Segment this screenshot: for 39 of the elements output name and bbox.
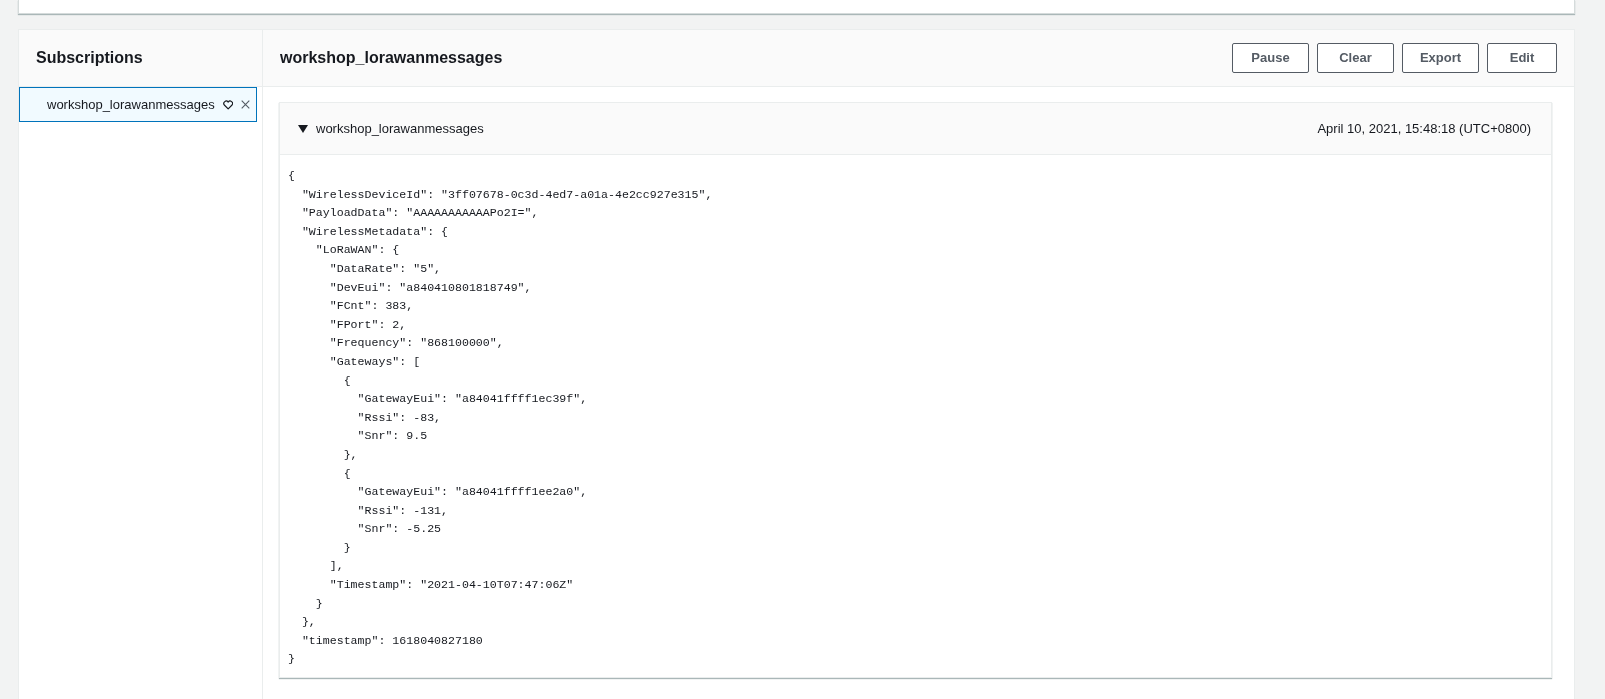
code-line: "FPort": 2,: [328, 316, 407, 333]
code-line: "WirelessMetadata": {: [300, 223, 449, 240]
code-line: },: [300, 614, 316, 631]
code-line: "GatewayEui": "a84041ffff1ee2a0",: [356, 484, 588, 501]
code-line: "Snr": 9.5: [356, 428, 428, 445]
close-icon[interactable]: [241, 98, 250, 111]
code-line: "WirelessDeviceId": "3ff07678-0c3d-4ed7-a01a-4e2cc927e315",: [300, 186, 713, 203]
code-line: "Frequency": "868100000",: [328, 335, 504, 352]
code-line: {: [342, 372, 351, 389]
code-line: }: [314, 595, 323, 612]
code-line: }: [342, 539, 351, 556]
code-line: "Snr": -5.25: [356, 521, 442, 538]
code-line: "timestamp": 1618040827180: [300, 632, 483, 649]
code-line: ],: [328, 558, 344, 575]
message-topic: workshop_lorawanmessages: [316, 119, 484, 138]
code-line: "PayloadData": "AAAAAAAAAAAPo2I=",: [300, 205, 539, 222]
code-line: {: [288, 168, 295, 184]
caret-down-icon[interactable]: [298, 123, 308, 134]
code-line: "Gateways": [: [328, 353, 421, 370]
code-line: "LoRaWAN": {: [314, 242, 400, 259]
code-line: }: [288, 651, 295, 668]
code-line: {: [342, 465, 351, 482]
action-button[interactable]: Export: [1402, 43, 1479, 73]
code-line: "FCnt": 383,: [328, 298, 414, 315]
code-line: "DataRate": "5",: [328, 260, 442, 277]
code-line: "Rssi": -131,: [356, 502, 449, 519]
code-line: "Rssi": -83,: [356, 409, 442, 426]
code-line: "DevEui": "a840410801818749",: [328, 279, 532, 296]
heart-icon[interactable]: [222, 97, 233, 112]
code-line: "GatewayEui": "a84041ffff1ec39f",: [356, 391, 588, 408]
code-line: "Timestamp": "2021-04-10T07:47:06Z": [328, 577, 574, 594]
action-button[interactable]: Pause: [1232, 43, 1309, 73]
subscription-item[interactable]: workshop_lorawanmessages: [19, 87, 257, 122]
sidebar-title: Subscriptions: [19, 30, 262, 87]
panel-title: workshop_lorawanmessages: [280, 48, 503, 68]
action-button[interactable]: Edit: [1487, 43, 1557, 73]
message-time: April 10, 2021, 15:48:18 (UTC+0800): [1317, 119, 1531, 138]
action-button[interactable]: Clear: [1317, 43, 1394, 73]
code-line: },: [342, 446, 358, 463]
